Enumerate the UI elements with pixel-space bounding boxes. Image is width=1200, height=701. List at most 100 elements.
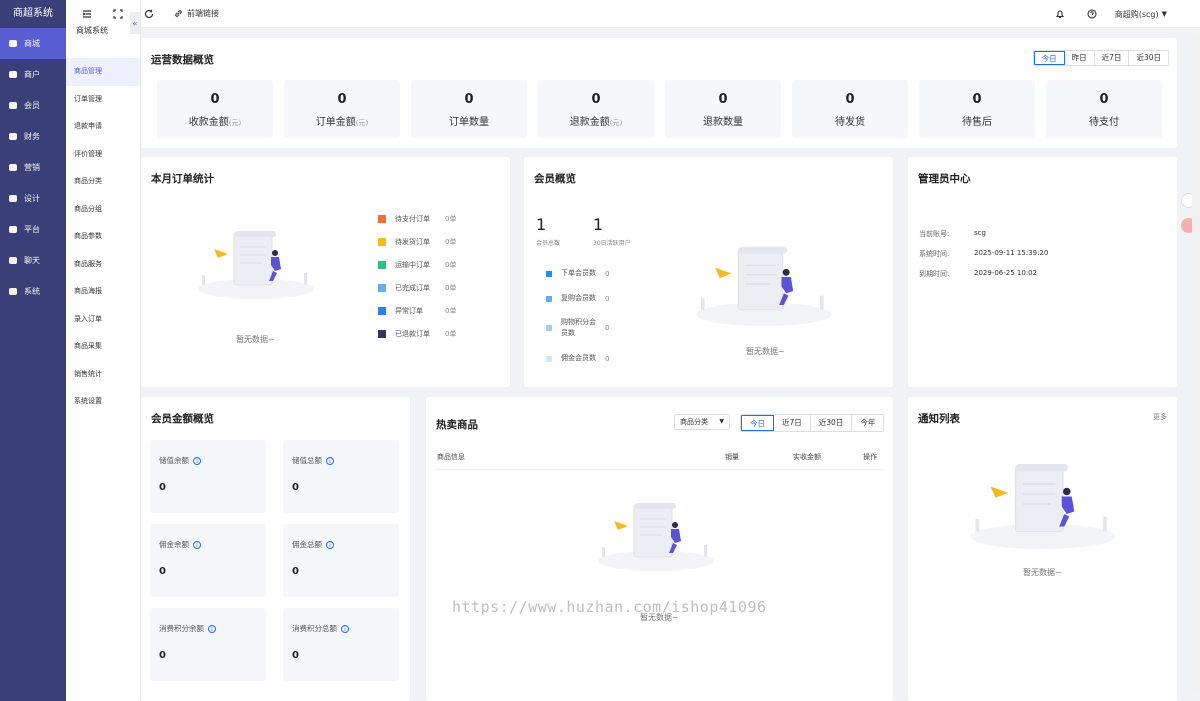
nav-label: 平台	[24, 225, 40, 234]
range-year[interactable]: 今年	[852, 415, 884, 431]
legend-swatch	[546, 295, 552, 302]
range-today[interactable]: 今日	[741, 415, 774, 431]
nav-label: 财务	[24, 132, 40, 141]
monthly-orders-title: 本月订单统计	[151, 173, 214, 185]
stat-label: 待售后	[919, 113, 1035, 128]
nav-item-merchant[interactable]: 商户	[0, 59, 66, 90]
sub-nav-item[interactable]: 商品采集	[66, 333, 140, 361]
column-header: 销量	[725, 453, 739, 461]
watermark-text: https://www.huzhan.com/ishop41096	[452, 598, 767, 616]
user-menu[interactable]: 商超购(scg) ▼	[1115, 0, 1167, 28]
stat-label-text: 待发货	[835, 117, 865, 128]
range-7days[interactable]: 近7日	[774, 415, 811, 431]
stat-label: 订单数量	[411, 113, 527, 128]
info-icon[interactable]: i	[326, 456, 334, 465]
nav-item-mall[interactable]: 商城	[0, 28, 66, 59]
system-icon	[9, 288, 17, 295]
nav-item-design[interactable]: 设计	[0, 183, 66, 214]
more-link[interactable]: 更多	[1153, 412, 1167, 422]
top-bar: 前端链接 商超购(scg) ▼	[82, 0, 1200, 28]
info-icon[interactable]: i	[193, 540, 201, 549]
member-total-label: 会员总数	[536, 240, 561, 247]
chat-icon	[9, 257, 17, 264]
legend-count: 0单	[445, 307, 457, 315]
range-30days[interactable]: 近30日	[1129, 51, 1168, 65]
sub-nav-item[interactable]: 商品分类	[66, 168, 140, 196]
collapse-button[interactable]: «	[130, 12, 140, 34]
app-logo: 商超系统	[13, 8, 53, 19]
sub-nav-item[interactable]: 退款申请	[66, 113, 140, 141]
legend-count: 0单	[445, 215, 457, 223]
sub-nav-item[interactable]: 订单管理	[66, 86, 140, 114]
nav-item-system[interactable]: 系统	[0, 276, 66, 307]
info-icon[interactable]: i	[208, 624, 216, 633]
stat-value: 0	[972, 92, 982, 107]
legend-swatch	[378, 261, 386, 269]
frontend-link[interactable]: 前端链接	[174, 8, 219, 19]
info-icon[interactable]: i	[341, 624, 349, 633]
amount-value: 0	[292, 482, 299, 493]
amount-label: 消费积分余额 i	[159, 623, 216, 634]
column-header: 实收金额	[793, 453, 821, 461]
hot-products-title: 热卖商品	[436, 419, 478, 431]
user-name: 商超购(scg)	[1114, 9, 1159, 19]
category-select[interactable]: 商品分类 ▼	[674, 414, 730, 430]
stat-label: 退款金额(元)	[538, 113, 654, 128]
sub-nav-item[interactable]: 商品服务	[66, 251, 140, 279]
range-yesterday[interactable]: 昨日	[1064, 51, 1095, 65]
sub-nav-item[interactable]: 商品海报	[66, 278, 140, 306]
admin-row-key: 到期时间:	[919, 270, 950, 278]
legend-label: 已退款订单	[395, 330, 430, 338]
amount-label-text: 储值余额	[159, 456, 189, 465]
range-today[interactable]: 今日	[1033, 51, 1065, 65]
stat-card: 0 退款数量	[665, 80, 781, 138]
legend-count: 0	[605, 294, 610, 303]
nav-item-platform[interactable]: 平台	[0, 214, 66, 245]
nav-item-marketing[interactable]: 营销	[0, 152, 66, 183]
stat-value: 0	[1099, 92, 1109, 107]
frontend-link-label: 前端链接	[187, 9, 219, 18]
help-icon[interactable]	[1087, 9, 1097, 19]
platform-icon	[9, 226, 17, 233]
sub-nav-item[interactable]: 商品分组	[66, 196, 140, 224]
operation-overview-card: 运营数据概览 今日 昨日 近7日 近30日 0 收款金额(元) 0 订单金额(元) …	[141, 38, 1177, 148]
sub-nav-item[interactable]: 录入订单	[66, 306, 140, 334]
sub-nav-item[interactable]: 评价管理	[66, 141, 140, 169]
member-total: 1	[536, 215, 547, 234]
range-30days[interactable]: 近30日	[810, 415, 853, 431]
scrollbar[interactable]	[1192, 34, 1200, 694]
legend-label: 待支付订单	[395, 215, 430, 223]
member-amount-title: 会员金额概览	[151, 413, 214, 425]
sub-nav-item[interactable]: 商品管理	[66, 58, 140, 86]
sub-nav-item[interactable]: 商品参数	[66, 223, 140, 251]
fullscreen-icon[interactable]	[113, 9, 123, 19]
sub-nav-item[interactable]: 销售统计	[66, 361, 140, 389]
legend-swatch	[378, 307, 386, 315]
admin-center-title: 管理员中心	[918, 173, 971, 185]
member-amount-card: 会员金额概览 储值余额 i 0 储值总额 i 0 佣金余额 i 0 佣金总额 i 0 消费积分余额 i 0 消…	[141, 397, 410, 701]
sub-nav-item[interactable]: 系统设置	[66, 388, 140, 416]
info-icon[interactable]: i	[326, 540, 334, 549]
amount-label: 消费积分总额 i	[292, 623, 349, 634]
nav-label: 商城	[24, 39, 40, 48]
nav-item-member[interactable]: 会员	[0, 90, 66, 121]
amount-label-text: 储值总额	[292, 456, 322, 465]
refresh-icon[interactable]	[144, 9, 154, 19]
admin-account-row: 当前账号: scg	[919, 229, 986, 239]
range-7days[interactable]: 近7日	[1094, 51, 1130, 65]
legend-count: 0	[605, 354, 610, 363]
legend-count: 0单	[445, 330, 457, 338]
menu-fold-icon[interactable]	[82, 9, 92, 19]
legend-swatch	[378, 330, 386, 338]
stat-label-text: 退款数量	[703, 117, 743, 128]
info-icon[interactable]: i	[193, 456, 201, 465]
bell-icon[interactable]	[1055, 9, 1065, 19]
overview-range-tabs: 今日 昨日 近7日 近30日	[1032, 50, 1169, 66]
nav-item-finance[interactable]: 财务	[0, 121, 66, 152]
admin-expiry-row: 到期时间: 2029-06-25 10:02	[919, 269, 1037, 279]
legend-label: 运输中订单	[395, 261, 430, 269]
empty-illustration	[597, 502, 715, 571]
legend-item: 复购会员数 0	[546, 293, 609, 304]
nav-item-chat[interactable]: 聊天	[0, 245, 66, 276]
nav-label: 设计	[24, 194, 40, 203]
